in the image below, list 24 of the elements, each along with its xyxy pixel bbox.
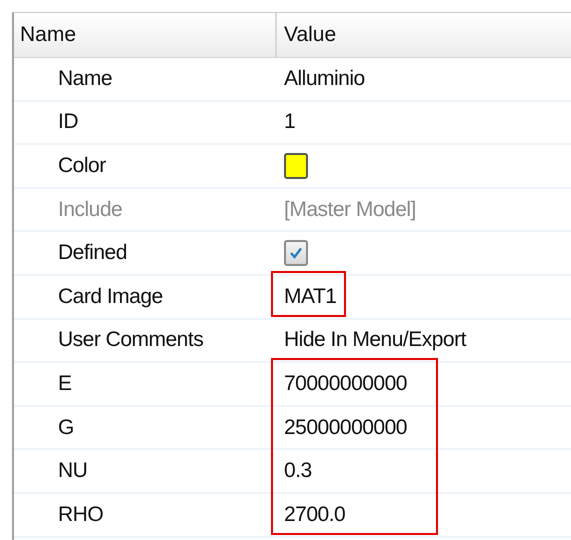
property-name: Card Image [58, 284, 163, 309]
property-value[interactable]: 70000000000 [284, 372, 407, 396]
checkmark-icon [288, 245, 304, 262]
property-name: User Comments [58, 328, 204, 352]
property-value[interactable]: 0.3 [284, 459, 312, 484]
property-value[interactable]: 2700.0 [284, 502, 346, 527]
checkbox[interactable] [284, 240, 308, 266]
property-name: G [58, 416, 74, 440]
property-name: Defined [58, 241, 127, 266]
property-value[interactable]: MAT1 [284, 284, 336, 309]
property-value[interactable]: 25000000000 [284, 416, 407, 440]
property-value[interactable]: 1 [284, 110, 296, 134]
property-name: E [58, 372, 72, 396]
column-header[interactable]: Value [277, 13, 571, 57]
property-name: Name [58, 66, 112, 91]
property-value[interactable]: Alluminio [284, 66, 365, 91]
property-name: NU [58, 459, 88, 484]
property-value[interactable]: Hide In Menu/Export [284, 328, 466, 352]
property-name: Include [58, 198, 122, 222]
color-swatch[interactable] [284, 152, 308, 179]
property-name: ID [58, 110, 78, 134]
property-name: Color [58, 154, 106, 178]
column-header[interactable]: Name [14, 13, 277, 57]
property-name: RHO [58, 502, 104, 527]
